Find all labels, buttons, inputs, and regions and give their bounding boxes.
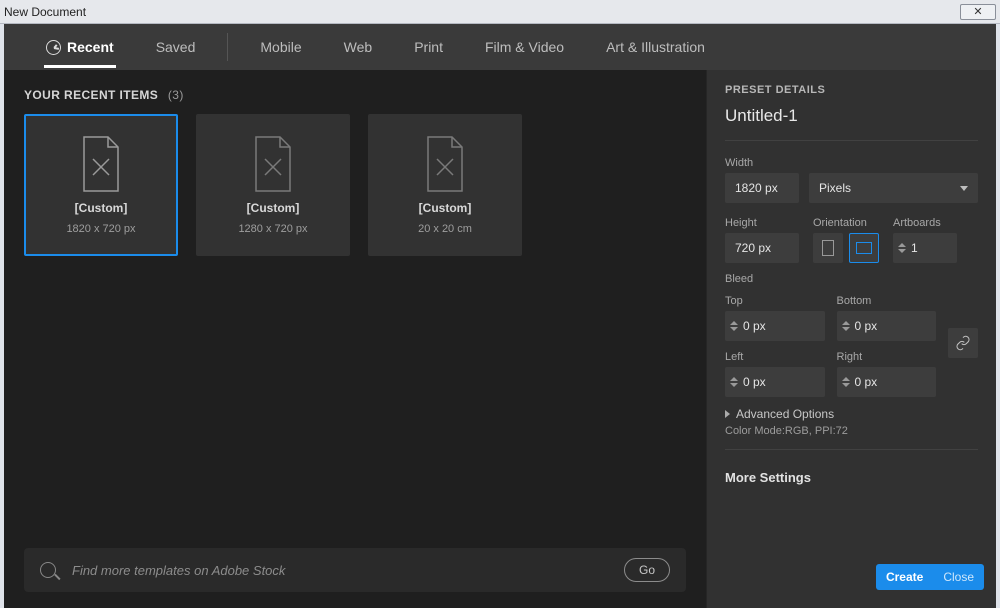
width-input[interactable]: 1820 px [725, 173, 799, 203]
recent-item-2[interactable]: [Custom] 1280 x 720 px [196, 114, 350, 256]
height-label: Height [725, 217, 799, 229]
orientation-landscape-button[interactable] [849, 233, 879, 263]
bleed-right-label: Right [837, 351, 937, 363]
document-icon [78, 135, 124, 193]
category-tabs: Recent Saved Mobile Web Print Film & Vid… [4, 24, 996, 70]
orientation-portrait-button[interactable] [813, 233, 843, 263]
bleed-right-input[interactable]: 0 px [837, 367, 937, 397]
bleed-link-button[interactable] [948, 328, 978, 358]
bleed-left-label: Left [725, 351, 825, 363]
clock-icon [46, 40, 61, 55]
document-icon [250, 135, 296, 193]
window-close-button[interactable]: ✕ [960, 4, 996, 20]
landscape-icon [856, 242, 872, 254]
search-icon [40, 562, 56, 578]
recent-pane: YOUR RECENT ITEMS (3) [Custom] 1820 x 72… [4, 70, 706, 608]
bleed-bottom-label: Bottom [837, 295, 937, 307]
bleed-bottom-input[interactable]: 0 px [837, 311, 937, 341]
width-label: Width [725, 157, 978, 169]
bleed-top-input[interactable]: 0 px [725, 311, 825, 341]
preset-details-panel: PRESET DETAILS Untitled-1 Width 1820 px … [706, 70, 996, 608]
tab-saved[interactable]: Saved [154, 27, 198, 67]
color-mode-summary: Color Mode:RGB, PPI:72 [725, 425, 978, 437]
chevron-down-icon [960, 186, 968, 191]
tab-mobile[interactable]: Mobile [258, 27, 303, 67]
preset-details-title: PRESET DETAILS [725, 84, 978, 96]
units-select[interactable]: Pixels [809, 173, 978, 203]
create-button[interactable]: Create [886, 570, 923, 584]
window-title: New Document [4, 5, 86, 19]
link-icon [955, 335, 971, 351]
footer-buttons: Create Close [876, 564, 984, 590]
titlebar: New Document ✕ [0, 0, 1000, 24]
portrait-icon [822, 240, 834, 256]
artboards-label: Artboards [893, 217, 957, 229]
recent-heading: YOUR RECENT ITEMS (3) [24, 88, 686, 102]
advanced-options-toggle[interactable]: Advanced Options [725, 407, 978, 421]
height-input[interactable]: 720 px [725, 233, 799, 263]
tab-separator [227, 33, 228, 61]
close-button[interactable]: Close [943, 570, 974, 584]
bleed-label: Bleed [725, 273, 978, 285]
tab-recent[interactable]: Recent [44, 27, 116, 67]
recent-item-3[interactable]: [Custom] 20 x 20 cm [368, 114, 522, 256]
preset-name-input[interactable]: Untitled-1 [725, 106, 978, 136]
tab-film-video[interactable]: Film & Video [483, 27, 566, 67]
artboards-stepper[interactable]: 1 [893, 233, 957, 263]
more-settings-button[interactable]: More Settings [725, 470, 978, 485]
chevron-up-icon [898, 243, 906, 247]
document-icon [422, 135, 468, 193]
chevron-right-icon [725, 410, 730, 418]
tab-print[interactable]: Print [412, 27, 445, 67]
bleed-top-label: Top [725, 295, 825, 307]
go-button[interactable]: Go [624, 558, 670, 582]
orientation-label: Orientation [813, 217, 879, 229]
stock-search[interactable]: Find more templates on Adobe Stock Go [24, 548, 686, 592]
bleed-left-input[interactable]: 0 px [725, 367, 825, 397]
search-placeholder: Find more templates on Adobe Stock [72, 563, 608, 578]
chevron-down-icon [898, 249, 906, 253]
recent-item-1[interactable]: [Custom] 1820 x 720 px [24, 114, 178, 256]
tab-web[interactable]: Web [342, 27, 375, 67]
tab-art-illustration[interactable]: Art & Illustration [604, 27, 707, 67]
